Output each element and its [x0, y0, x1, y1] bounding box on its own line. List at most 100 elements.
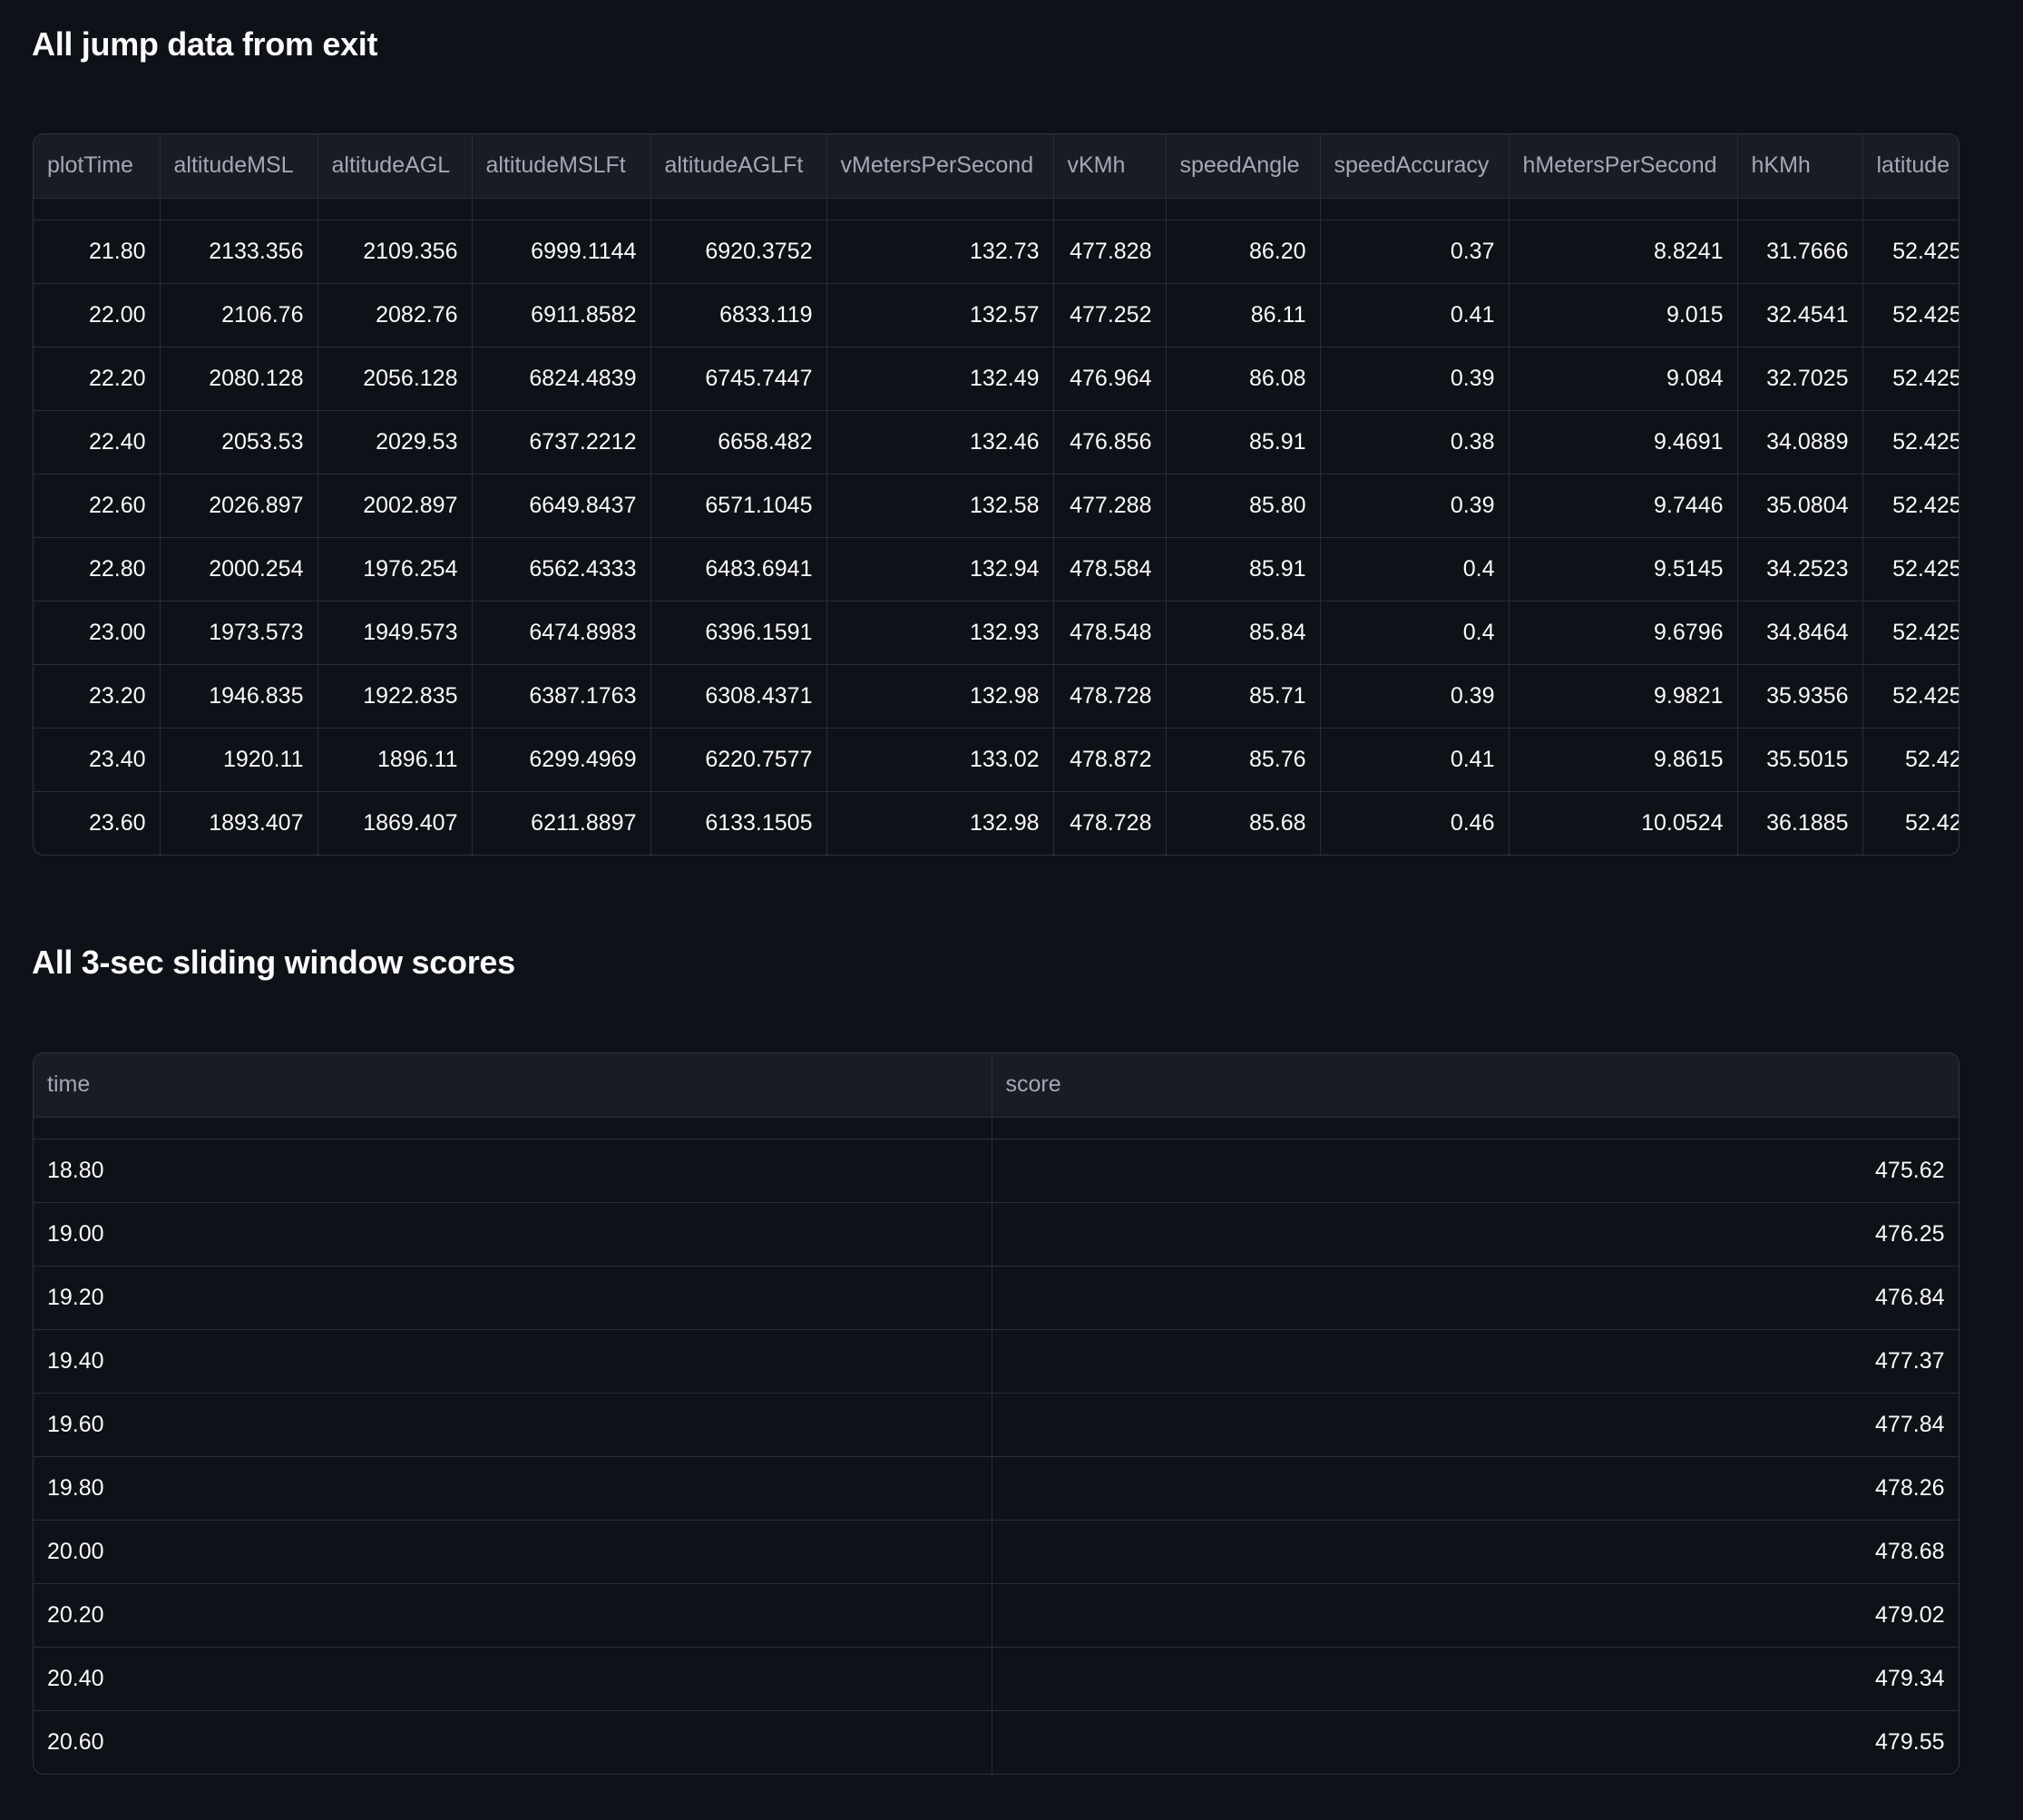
table-cell[interactable]: 1922.835: [318, 664, 473, 729]
table-cell[interactable]: 478.68: [992, 1520, 1959, 1584]
table-cell[interactable]: 52.4259: [1862, 347, 1959, 411]
table-cell[interactable]: 19.20: [34, 1266, 992, 1330]
table-row[interactable]: 19.20 476.84: [34, 1266, 1959, 1330]
column-header[interactable]: speedAngle: [1166, 134, 1321, 199]
table-cell[interactable]: 34.2523: [1737, 537, 1863, 602]
jump-data-table[interactable]: plotTime altitudeMSL altitudeAGL altitud…: [34, 134, 1959, 855]
table-cell[interactable]: 132.57: [826, 283, 1054, 347]
table-cell[interactable]: 0.39: [1320, 347, 1510, 411]
table-cell[interactable]: 86.20: [1166, 220, 1321, 284]
table-cell[interactable]: 85.71: [1166, 664, 1321, 729]
table-cell[interactable]: 1920.11: [160, 728, 318, 792]
table-cell[interactable]: 0.4: [1320, 601, 1510, 665]
table-cell[interactable]: 478.584: [1053, 537, 1167, 602]
table-row[interactable]: 22.60 2026.897 2002.897 6649.8437 6571.1045 1…: [34, 474, 1959, 538]
table-cell[interactable]: 6133.1505: [650, 791, 827, 855]
table-cell[interactable]: 6211.8897: [472, 791, 651, 855]
table-row[interactable]: 19.00 476.25: [34, 1202, 1959, 1267]
column-header[interactable]: altitudeAGLFt: [650, 134, 827, 199]
table-cell[interactable]: 35.0804: [1737, 474, 1863, 538]
table-cell[interactable]: 1976.254: [318, 537, 473, 602]
column-header[interactable]: altitudeAGL: [318, 134, 473, 199]
table-row[interactable]: 19.60 477.84: [34, 1393, 1959, 1457]
table-cell[interactable]: 2106.76: [160, 283, 318, 347]
table-cell[interactable]: 23.00: [34, 601, 161, 665]
table-cell[interactable]: 31.7666: [1737, 220, 1863, 284]
table-cell[interactable]: 476.856: [1053, 410, 1167, 475]
column-header[interactable]: altitudeMSLFt: [472, 134, 651, 199]
table-cell[interactable]: 34.8464: [1737, 601, 1863, 665]
table-cell[interactable]: 23.40: [34, 728, 161, 792]
table-cell[interactable]: 6220.7577: [650, 728, 827, 792]
table-cell[interactable]: 21.80: [34, 220, 161, 284]
table-cell[interactable]: 19.00: [34, 1202, 992, 1267]
table-cell[interactable]: 52.4259: [1862, 537, 1959, 602]
column-header[interactable]: vKMh: [1053, 134, 1167, 199]
table-cell[interactable]: 22.40: [34, 410, 161, 475]
table-cell[interactable]: 6483.6941: [650, 537, 827, 602]
scores-table-frame[interactable]: time score 18.80 475.62 19.00 476.25 19.20 47…: [33, 1052, 1959, 1775]
table-row[interactable]: 22.20 2080.128 2056.128 6824.4839 6745.7447 1…: [34, 347, 1959, 411]
column-header[interactable]: speedAccuracy: [1320, 134, 1510, 199]
table-cell[interactable]: 6396.1591: [650, 601, 827, 665]
table-cell[interactable]: 9.8615: [1509, 728, 1738, 792]
table-cell[interactable]: 20.20: [34, 1583, 992, 1648]
table-cell[interactable]: 22.60: [34, 474, 161, 538]
table-cell[interactable]: 2026.897: [160, 474, 318, 538]
table-cell[interactable]: 36.1885: [1737, 791, 1863, 855]
table-cell[interactable]: 479.55: [992, 1710, 1959, 1774]
table-cell[interactable]: 34.0889: [1737, 410, 1863, 475]
table-cell[interactable]: 132.98: [826, 791, 1054, 855]
table-row[interactable]: 23.40 1920.11 1896.11 6299.4969 6220.7577 133…: [34, 728, 1959, 792]
table-cell[interactable]: 6308.4371: [650, 664, 827, 729]
table-cell[interactable]: 6649.8437: [472, 474, 651, 538]
table-cell[interactable]: 2053.53: [160, 410, 318, 475]
table-cell[interactable]: 6824.4839: [472, 347, 651, 411]
jump-data-table-frame[interactable]: plotTime altitudeMSL altitudeAGL altitud…: [33, 133, 1959, 856]
table-cell[interactable]: 479.02: [992, 1583, 1959, 1648]
table-row[interactable]: 20.40 479.34: [34, 1647, 1959, 1711]
column-header[interactable]: hKMh: [1737, 134, 1863, 199]
table-cell[interactable]: 478.728: [1053, 791, 1167, 855]
table-cell[interactable]: 475.62: [992, 1139, 1959, 1203]
table-row[interactable]: 23.60 1893.407 1869.407 6211.8897 6133.1505 1…: [34, 791, 1959, 855]
table-cell[interactable]: 0.39: [1320, 474, 1510, 538]
table-cell[interactable]: 9.6796: [1509, 601, 1738, 665]
table-cell[interactable]: 6833.119: [650, 283, 827, 347]
table-row[interactable]: 20.00 478.68: [34, 1520, 1959, 1584]
table-cell[interactable]: 1896.11: [318, 728, 473, 792]
table-cell[interactable]: 477.828: [1053, 220, 1167, 284]
table-cell[interactable]: 85.80: [1166, 474, 1321, 538]
table-cell[interactable]: 10.0524: [1509, 791, 1738, 855]
table-row[interactable]: 22.40 2053.53 2029.53 6737.2212 6658.482 132.…: [34, 410, 1959, 475]
table-cell[interactable]: 476.25: [992, 1202, 1959, 1267]
table-cell[interactable]: 0.41: [1320, 728, 1510, 792]
table-cell[interactable]: 23.20: [34, 664, 161, 729]
table-cell[interactable]: 0.38: [1320, 410, 1510, 475]
table-cell[interactable]: 85.91: [1166, 410, 1321, 475]
table-cell[interactable]: 478.26: [992, 1456, 1959, 1521]
table-cell[interactable]: 9.9821: [1509, 664, 1738, 729]
table-cell[interactable]: 23.60: [34, 791, 161, 855]
table-cell[interactable]: 6474.8983: [472, 601, 651, 665]
table-cell[interactable]: 85.84: [1166, 601, 1321, 665]
table-cell[interactable]: 85.76: [1166, 728, 1321, 792]
table-cell[interactable]: 6299.4969: [472, 728, 651, 792]
table-cell[interactable]: 2002.897: [318, 474, 473, 538]
table-cell[interactable]: 6562.4333: [472, 537, 651, 602]
table-row[interactable]: 22.00 2106.76 2082.76 6911.8582 6833.119 132.…: [34, 283, 1959, 347]
table-cell[interactable]: 6571.1045: [650, 474, 827, 538]
table-cell[interactable]: 6911.8582: [472, 283, 651, 347]
table-cell[interactable]: 20.60: [34, 1710, 992, 1774]
table-cell[interactable]: 132.94: [826, 537, 1054, 602]
table-cell[interactable]: 18.80: [34, 1139, 992, 1203]
column-header[interactable]: time: [34, 1053, 992, 1118]
table-cell[interactable]: 132.73: [826, 220, 1054, 284]
table-cell[interactable]: 0.4: [1320, 537, 1510, 602]
table-cell[interactable]: 32.4541: [1737, 283, 1863, 347]
table-cell[interactable]: 6745.7447: [650, 347, 827, 411]
table-cell[interactable]: 133.02: [826, 728, 1054, 792]
table-cell[interactable]: 85.91: [1166, 537, 1321, 602]
column-header[interactable]: plotTime: [34, 134, 161, 199]
table-cell[interactable]: 2000.254: [160, 537, 318, 602]
